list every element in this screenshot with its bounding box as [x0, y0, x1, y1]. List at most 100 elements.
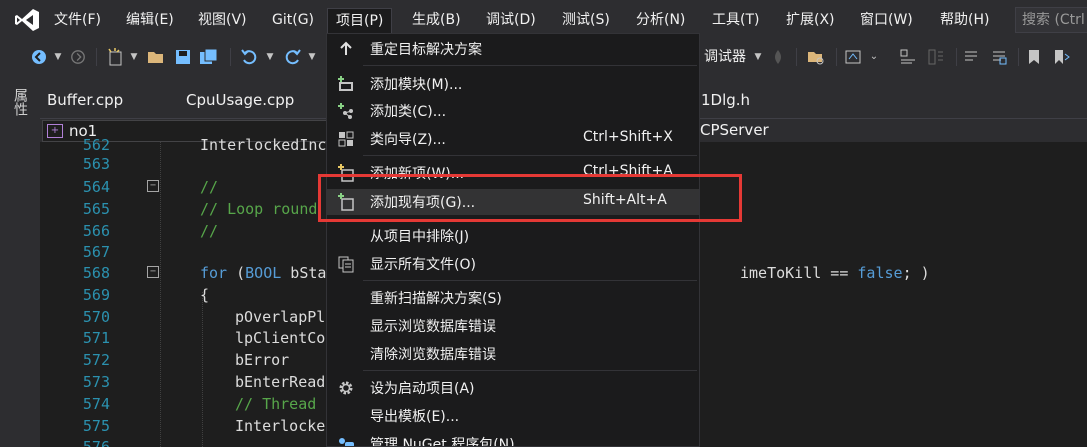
debugger-label[interactable]: 调试器: [704, 47, 750, 67]
menu-test[interactable]: 测试(S): [554, 8, 618, 32]
keyword-for: for: [200, 264, 228, 282]
menu-item-label: 重新扫描解决方案(S): [370, 291, 502, 307]
menu-build[interactable]: 生成(B): [404, 8, 469, 32]
uncomment-icon[interactable]: [990, 47, 1008, 67]
menu-project[interactable]: 项目(P): [327, 8, 393, 34]
bookmark-icon[interactable]: [1026, 47, 1042, 67]
menu-item-show-browse-db-errors[interactable]: 显示浏览数据库错误: [327, 313, 699, 339]
new-project-icon[interactable]: [106, 47, 126, 67]
visual-studio-logo-icon[interactable]: [14, 8, 40, 32]
menu-view[interactable]: 视图(V): [190, 8, 255, 32]
browser-icon[interactable]: [844, 47, 862, 67]
class-wizard-icon: [338, 131, 354, 147]
debugger-dropdown-icon[interactable]: ▼: [754, 47, 762, 67]
menu-edit[interactable]: 编辑(E): [118, 8, 182, 32]
code-line: // Thread i: [235, 395, 335, 413]
search-input[interactable]: 搜索 (Ctrl: [1015, 7, 1087, 33]
menu-item-exclude-from-project[interactable]: 从项目中排除(J): [327, 223, 699, 249]
menu-analyze[interactable]: 分析(N): [628, 8, 693, 32]
menu-item-manage-nuget[interactable]: 管理 NuGet 程序包(N)...: [327, 431, 699, 446]
code-line: //: [200, 178, 219, 196]
nuget-icon: [339, 438, 354, 446]
save-all-icon[interactable]: [198, 47, 220, 67]
menu-item-label: 设为启动项目(A): [370, 381, 475, 397]
menu-item-label: 重定目标解决方案: [370, 42, 482, 58]
hot-reload-icon[interactable]: [770, 47, 786, 67]
forward-icon[interactable]: [70, 47, 86, 67]
menu-item-label: 从项目中排除(J): [370, 229, 470, 245]
menu-item-class-wizard[interactable]: 类向导(Z)... Ctrl+Shift+X: [327, 126, 699, 152]
code-line-tail: imeToKill == false; ): [740, 264, 930, 282]
code-line: Interlocked: [235, 417, 335, 435]
indent-guide: [160, 142, 161, 447]
save-icon[interactable]: [174, 47, 192, 67]
scope-combo[interactable]: CPServer: [700, 121, 769, 139]
menu-tools[interactable]: 工具(T): [704, 8, 767, 32]
align-icon[interactable]: [898, 47, 918, 67]
toolbar-dropdown-icon[interactable]: ⌄: [868, 47, 880, 67]
undo-dropdown-icon[interactable]: ▼: [266, 47, 274, 67]
menu-item-label: 显示浏览数据库错误: [370, 319, 496, 335]
back-icon[interactable]: [30, 47, 48, 67]
code-line: pOverlapPlu: [235, 308, 335, 326]
layout-icon[interactable]: [926, 47, 946, 67]
add-class-icon: [338, 103, 353, 119]
menu-item-add-class[interactable]: 添加类(C)...: [327, 98, 699, 124]
code-line: {: [200, 286, 210, 304]
toolbar-separator: [956, 48, 957, 66]
redo-dropdown-icon[interactable]: ▼: [308, 47, 316, 67]
menu-item-show-all-files[interactable]: 显示所有文件(O): [327, 251, 699, 277]
redo-icon[interactable]: [284, 47, 302, 67]
gear-icon: [339, 381, 353, 395]
line-number: 573: [82, 373, 110, 391]
menu-item-add-module[interactable]: 添加模块(M)...: [327, 71, 699, 97]
menu-separator: [363, 280, 697, 281]
line-number: 564: [82, 178, 110, 196]
code-line: //: [200, 222, 219, 240]
new-dropdown-icon[interactable]: ▼: [130, 47, 138, 67]
code-line: // Loop round: [200, 200, 318, 218]
line-number: 569: [82, 286, 110, 304]
line-number: 570: [82, 308, 110, 326]
menu-item-retarget-solution[interactable]: 重定目标解决方案: [327, 36, 699, 62]
menu-file[interactable]: 文件(F): [46, 8, 109, 32]
menu-item-label: 类向导(Z)...: [370, 132, 446, 148]
menu-extensions[interactable]: 扩展(X): [778, 8, 843, 32]
find-in-files-icon[interactable]: [806, 47, 826, 67]
project-menu-dropdown: 重定目标解决方案 添加模块(M)... 添加类(C)... 类向导(Z)... …: [326, 33, 700, 447]
menu-item-label: 添加模块(M)...: [370, 77, 463, 93]
menu-debug[interactable]: 调试(D): [478, 8, 544, 32]
left-tool-strip: 属性: [0, 74, 40, 447]
menu-item-label: 添加类(C)...: [370, 104, 447, 120]
tab-cpuusage-cpp[interactable]: CpuUsage.cpp: [186, 91, 294, 109]
indent-guide: [202, 292, 203, 447]
keyword-bool: BOOL: [245, 264, 282, 282]
tab-buffer-cpp[interactable]: Buffer.cpp: [47, 91, 123, 109]
menu-help[interactable]: 帮助(H): [932, 8, 997, 32]
fold-toggle[interactable]: −: [147, 180, 159, 192]
menu-item-clear-browse-db-errors[interactable]: 清除浏览数据库错误: [327, 341, 699, 367]
undo-icon[interactable]: [240, 47, 258, 67]
keyword-false: false: [857, 264, 903, 282]
menu-item-set-startup-project[interactable]: 设为启动项目(A): [327, 375, 699, 401]
code-tail-text: imeToKill ==: [740, 264, 858, 282]
toolbar-separator: [96, 48, 97, 66]
toolbar-separator: [1018, 48, 1019, 66]
back-dropdown-icon[interactable]: ▼: [54, 47, 62, 67]
menu-item-rescan-solution[interactable]: 重新扫描解决方案(S): [327, 285, 699, 311]
tab-dlg-h[interactable]: 1Dlg.h: [701, 91, 750, 109]
line-number: 565: [82, 200, 110, 218]
code-line: bEnterRead: [235, 373, 326, 391]
menu-window[interactable]: 窗口(W): [852, 8, 921, 32]
menu-item-label: 导出模板(E)...: [370, 409, 460, 425]
menu-item-export-template[interactable]: 导出模板(E)...: [327, 403, 699, 429]
menu-git[interactable]: Git(G): [264, 8, 322, 32]
line-number: 567: [82, 243, 110, 261]
open-folder-icon[interactable]: [146, 47, 166, 67]
bookmark-prev-icon[interactable]: [1052, 47, 1070, 67]
comment-icon[interactable]: [962, 47, 980, 67]
properties-side-tab[interactable]: 属性: [10, 88, 30, 116]
line-number: 574: [82, 395, 110, 413]
highlight-annotation-box: [318, 174, 742, 222]
fold-toggle[interactable]: −: [147, 266, 159, 278]
